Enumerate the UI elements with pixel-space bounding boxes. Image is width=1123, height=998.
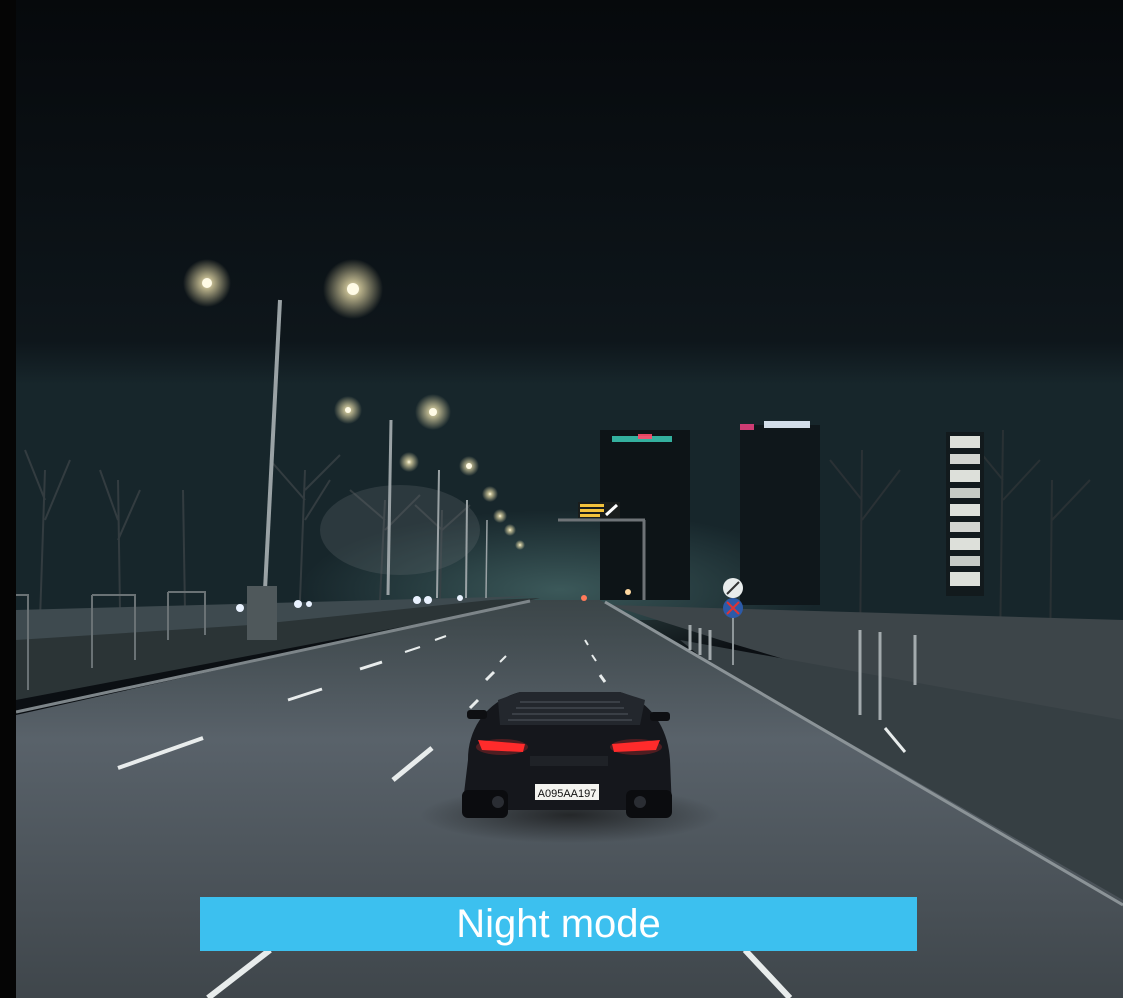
left-exhaust	[492, 796, 504, 808]
photo-left-border	[0, 0, 16, 998]
overhead-sign-text-1	[580, 504, 604, 507]
building-neon-white	[764, 421, 810, 428]
building-neon-pink	[740, 424, 754, 430]
right-exhaust	[634, 796, 646, 808]
license-plate-text: A095AA197	[538, 788, 597, 800]
lamp-pole-base	[247, 586, 277, 640]
left-mirror	[467, 710, 487, 719]
right-rear-wheel	[626, 790, 672, 818]
building-neon-red	[638, 434, 652, 439]
building-dark-2	[740, 425, 820, 605]
night-road-photo: A095AA197 Night mode	[0, 0, 1123, 998]
frosted-tree-canopy	[320, 485, 480, 575]
night-mode-caption: Night mode	[200, 897, 917, 951]
overhead-sign-text-3	[580, 514, 600, 517]
sports-car: A095AA197	[462, 692, 672, 818]
scene-illustration: A095AA197	[15, 0, 1123, 998]
overhead-sign-text-2	[580, 509, 604, 512]
tower-sign-lights	[950, 436, 980, 586]
right-mirror	[650, 712, 670, 721]
